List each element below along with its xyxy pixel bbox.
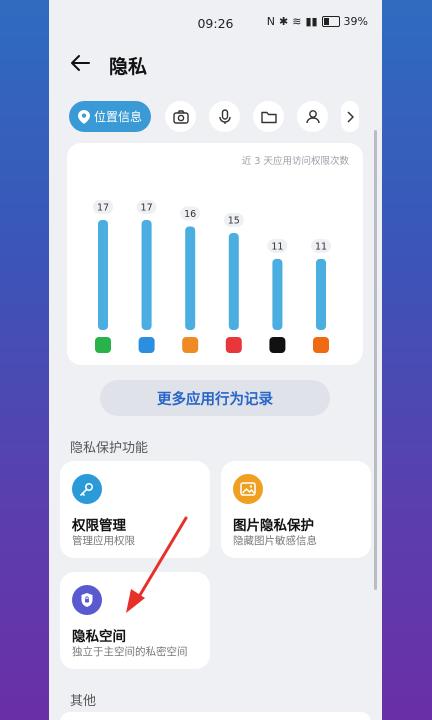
shield-lock-icon [72, 585, 102, 615]
feature-card-permissions[interactable]: 权限管理 管理应用权限 [60, 461, 210, 558]
tab-more[interactable] [341, 101, 359, 132]
contacts-icon [305, 110, 320, 124]
feature-card-photo-privacy[interactable]: 图片隐私保护 隐藏图片敏感信息 [221, 461, 371, 558]
feature-name: 隐私空间 [72, 629, 126, 645]
chart-bar [316, 258, 326, 330]
image-icon [233, 474, 263, 504]
feature-card-private-space[interactable]: 隐私空间 独立于主空间的私密空间 [60, 572, 210, 669]
microphone-icon [218, 108, 231, 124]
tab-files[interactable] [253, 101, 284, 132]
chevron-right-icon [347, 110, 354, 123]
chart-bar [98, 220, 108, 330]
chart-bar [272, 258, 283, 330]
usage-bar-chart: 17 17 16 15 11 11 [93, 200, 331, 353]
tab-location-label: 位置信息 [93, 110, 142, 124]
chart-value-label: 16 [184, 209, 196, 220]
app-icon [225, 337, 242, 353]
battery-icon [321, 16, 340, 27]
scrollbar[interactable] [374, 130, 377, 590]
key-icon [72, 474, 102, 504]
wifi-icon: ≋ [292, 15, 302, 28]
folder-icon [260, 111, 277, 123]
chart-bar [141, 220, 152, 330]
tab-camera[interactable] [165, 101, 196, 132]
more-records-button[interactable]: 更多应用行为记录 [100, 380, 330, 416]
status-bar: 09:26 N ✱ ≋ ▮▮ 39% [49, 0, 382, 44]
nfc-icon: N [266, 15, 275, 28]
app-icon [269, 337, 286, 353]
location-pin-icon [77, 109, 90, 124]
status-icons: N ✱ ≋ ▮▮ 39% [267, 15, 368, 28]
chart-value-label: 11 [315, 241, 327, 252]
app-icon [138, 337, 155, 353]
chart-value-label: 11 [271, 241, 283, 252]
feature-desc: 隐藏图片敏感信息 [233, 535, 317, 547]
bluetooth-icon: ✱ [279, 15, 289, 28]
chart-bar [228, 232, 239, 330]
arrow-left-icon[interactable] [69, 52, 91, 80]
feature-desc: 独立于主空间的私密空间 [72, 646, 188, 658]
camera-icon [172, 109, 189, 124]
app-icon [95, 337, 111, 353]
page-title: 隐私 [109, 56, 148, 78]
feature-desc: 管理应用权限 [72, 535, 135, 547]
phone-screen: 09:26 N ✱ ≋ ▮▮ 39% 隐私 位置信息 近 3 天应用访问权限次数… [49, 0, 382, 720]
tab-contacts[interactable] [297, 101, 328, 132]
chart-bar [185, 226, 196, 330]
feature-name: 权限管理 [72, 518, 126, 534]
other-card[interactable] [60, 712, 371, 720]
section-other-label: 其他 [70, 694, 97, 709]
app-icon [313, 337, 329, 353]
chart-value-label: 17 [97, 203, 109, 214]
signal-icon: ▮▮ [305, 15, 318, 28]
usage-chart-card: 近 3 天应用访问权限次数 17 17 16 15 11 11 [67, 143, 363, 365]
tab-location[interactable]: 位置信息 [69, 101, 151, 132]
chart-value-label: 17 [141, 203, 153, 214]
header: 隐私 [49, 52, 382, 82]
battery-percent: 39% [343, 15, 368, 28]
permission-tabs: 位置信息 [69, 101, 382, 133]
chart-value-label: 15 [228, 215, 240, 226]
feature-name: 图片隐私保护 [233, 518, 314, 534]
app-icon [182, 337, 199, 353]
section-privacy-label: 隐私保护功能 [70, 441, 149, 456]
tab-microphone[interactable] [209, 101, 240, 132]
